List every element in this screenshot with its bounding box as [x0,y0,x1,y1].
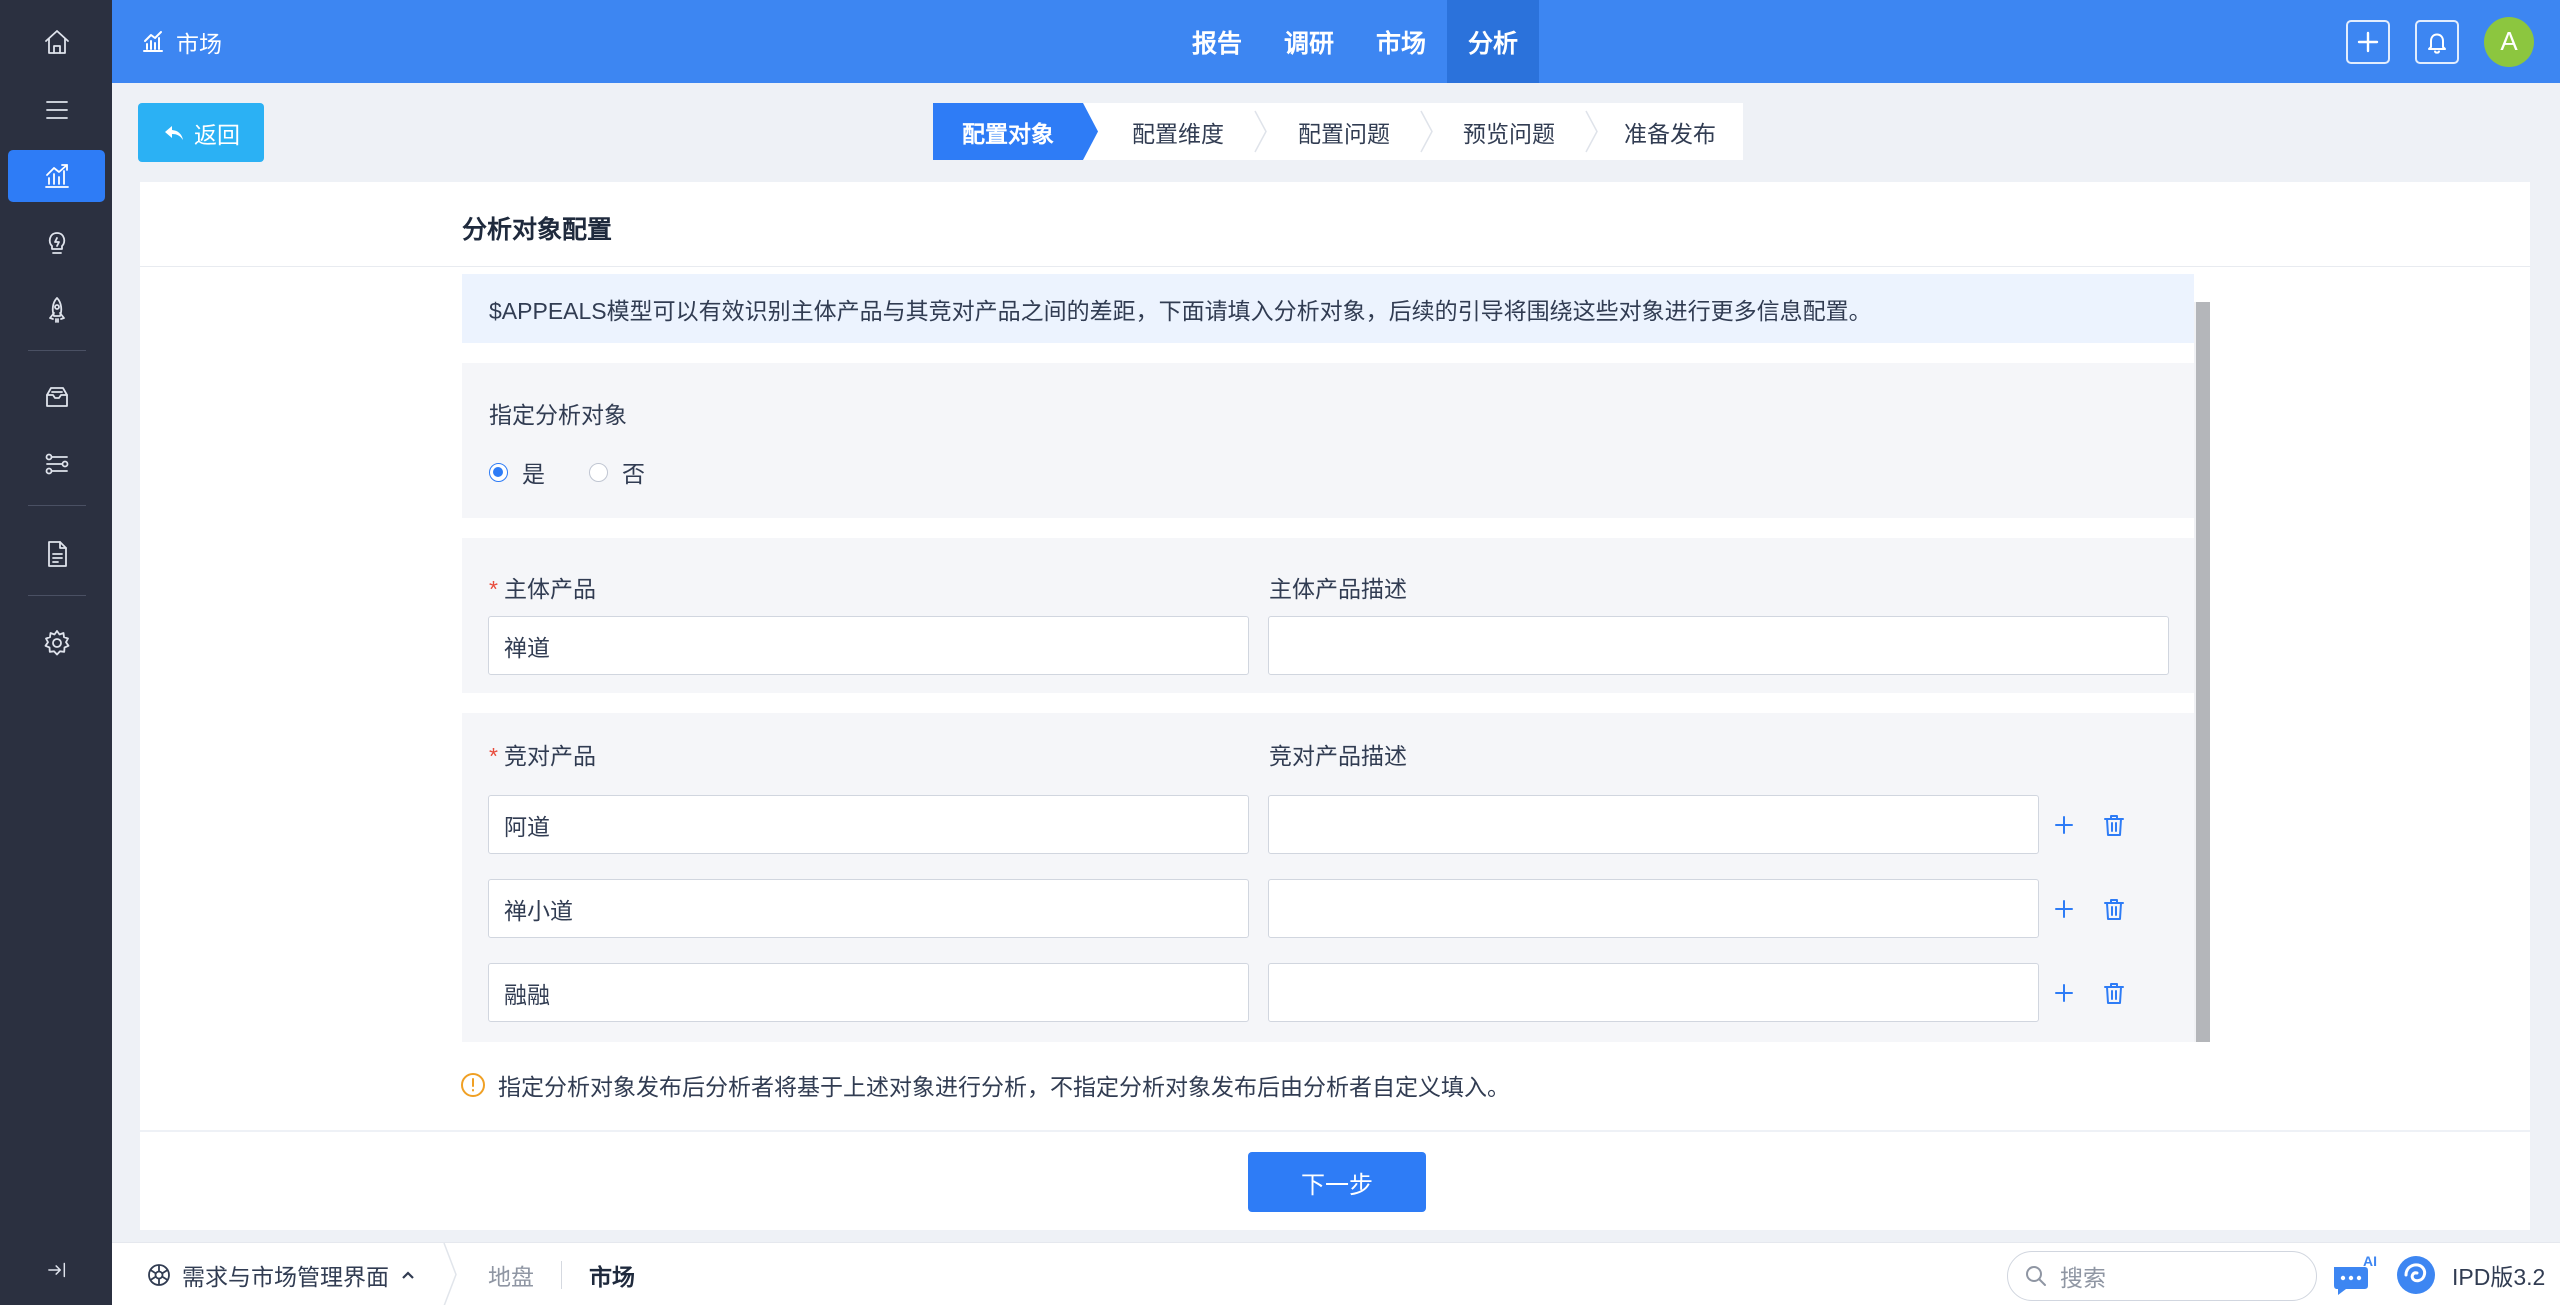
info-banner: $APPEALS模型可以有效识别主体产品与其竞对产品之间的差距，下面请填入分析对… [462,274,2194,343]
search-icon [2026,1266,2046,1286]
version-label: IPD版3.2 [2452,1263,2546,1290]
inbox-icon[interactable] [8,371,105,423]
market-chart-icon [143,30,163,52]
search-input[interactable]: 搜索 [2007,1251,2317,1301]
competitor-section: * 竞对产品 竞对产品描述 阿道 禅小道 融融 [462,713,2194,1042]
notification-button[interactable] [2415,19,2459,64]
radio-yes[interactable] [489,462,508,482]
top-bar: 市场 报告 调研 市场 分析 A [112,0,2560,83]
delete-row-button[interactable] [2098,809,2130,841]
breadcrumb-market[interactable]: 市场 [589,1243,635,1305]
delete-row-button[interactable] [2098,977,2130,1009]
warning-icon [461,1073,485,1097]
menu-icon[interactable] [8,84,105,136]
ai-chat-icon[interactable]: AI [2330,1253,2382,1297]
step-ready-publish[interactable]: 准备发布 [1600,103,1740,160]
document-icon[interactable] [8,528,105,580]
step-config-dimension[interactable]: 配置维度 [1103,103,1253,160]
radio-yes-label: 是 [522,461,545,487]
competitor-desc-input[interactable] [1268,963,2039,1022]
scrollbar-thumb[interactable] [2196,302,2210,1042]
plus-icon [2055,900,2073,918]
rocket-icon[interactable] [8,284,105,336]
plus-icon [2055,816,2073,834]
left-sidebar [0,0,112,1305]
main-product-label: * 主体产品 [489,576,596,602]
trash-icon [2104,815,2124,836]
radio-no-label: 否 [622,461,645,487]
radio-no[interactable] [589,462,608,482]
breadcrumb-dashboard[interactable]: 地盘 [488,1243,534,1305]
avatar[interactable]: A [2484,16,2534,67]
next-step-button[interactable]: 下一步 [1248,1152,1426,1212]
delete-row-button[interactable] [2098,893,2130,925]
plus-icon [2055,984,2073,1002]
settings-icon[interactable] [8,617,105,669]
hint-text: 指定分析对象发布后分析者将基于上述对象进行分析，不指定分析对象发布后由分析者自定… [460,1068,1510,1102]
competitor-label: * 竞对产品 [489,743,596,769]
app-switcher[interactable]: 需求与市场管理界面 [146,1243,417,1305]
plus-icon [2357,31,2379,52]
competitor-desc-input[interactable] [1268,795,2039,854]
svg-text:AI: AI [2363,1253,2377,1269]
nav-market[interactable]: 市场 [1355,0,1447,83]
step-config-object[interactable]: 配置对象 [933,103,1083,160]
nav-report[interactable]: 报告 [1171,0,1263,83]
bell-icon [2428,33,2446,54]
back-button[interactable]: 返回 [138,103,264,162]
competitor-desc-input[interactable] [1268,879,2039,938]
chevron-up-icon [402,1270,414,1279]
config-card: 分析对象配置 $APPEALS模型可以有效识别主体产品与其竞对产品之间的差距，下… [140,182,2530,1130]
add-row-button[interactable] [2048,893,2080,925]
ipd-logo-icon [2397,1256,2435,1294]
step-preview-question[interactable]: 预览问题 [1434,103,1584,160]
nav-analysis[interactable]: 分析 [1447,0,1540,83]
workflow-icon[interactable] [8,438,105,490]
trash-icon [2104,983,2124,1004]
main-product-input[interactable]: 禅道 [488,616,1249,675]
bottom-bar: 需求与市场管理界面 地盘 市场 搜索 AI IPD版3.2 [112,1242,2560,1305]
app-switch-icon [148,1263,170,1286]
competitor-input[interactable]: 禅小道 [488,879,1249,938]
top-nav: 报告 调研 市场 分析 [1171,0,1540,83]
add-row-button[interactable] [2048,977,2080,1009]
competitor-input[interactable]: 阿道 [488,795,1249,854]
trash-icon [2104,899,2124,920]
nav-research[interactable]: 调研 [1263,0,1355,83]
main-product-section: * 主体产品 主体产品描述 禅道 [462,538,2194,693]
back-arrow-icon [165,125,183,140]
step-config-question[interactable]: 配置问题 [1269,103,1419,160]
specify-label: 指定分析对象 [489,402,627,428]
app-title[interactable]: 市场 [140,0,222,83]
main-product-desc-input[interactable] [1268,616,2169,675]
add-button[interactable] [2346,19,2390,64]
step-indicator: 配置对象 配置维度 配置问题 预览问题 准备发布 [933,103,1743,160]
app-title-label: 市场 [176,30,222,57]
market-chart-icon[interactable] [8,150,105,202]
competitor-desc-label: 竞对产品描述 [1269,743,1407,769]
main-product-desc-label: 主体产品描述 [1269,576,1407,602]
add-row-button[interactable] [2048,809,2080,841]
idea-bulb-icon[interactable] [8,217,105,269]
home-icon[interactable] [8,16,105,68]
page-title: 分析对象配置 [462,216,613,244]
collapse-sidebar-icon[interactable] [8,1244,105,1296]
competitor-input[interactable]: 融融 [488,963,1249,1022]
specify-section: 指定分析对象 是 否 [462,363,2194,518]
